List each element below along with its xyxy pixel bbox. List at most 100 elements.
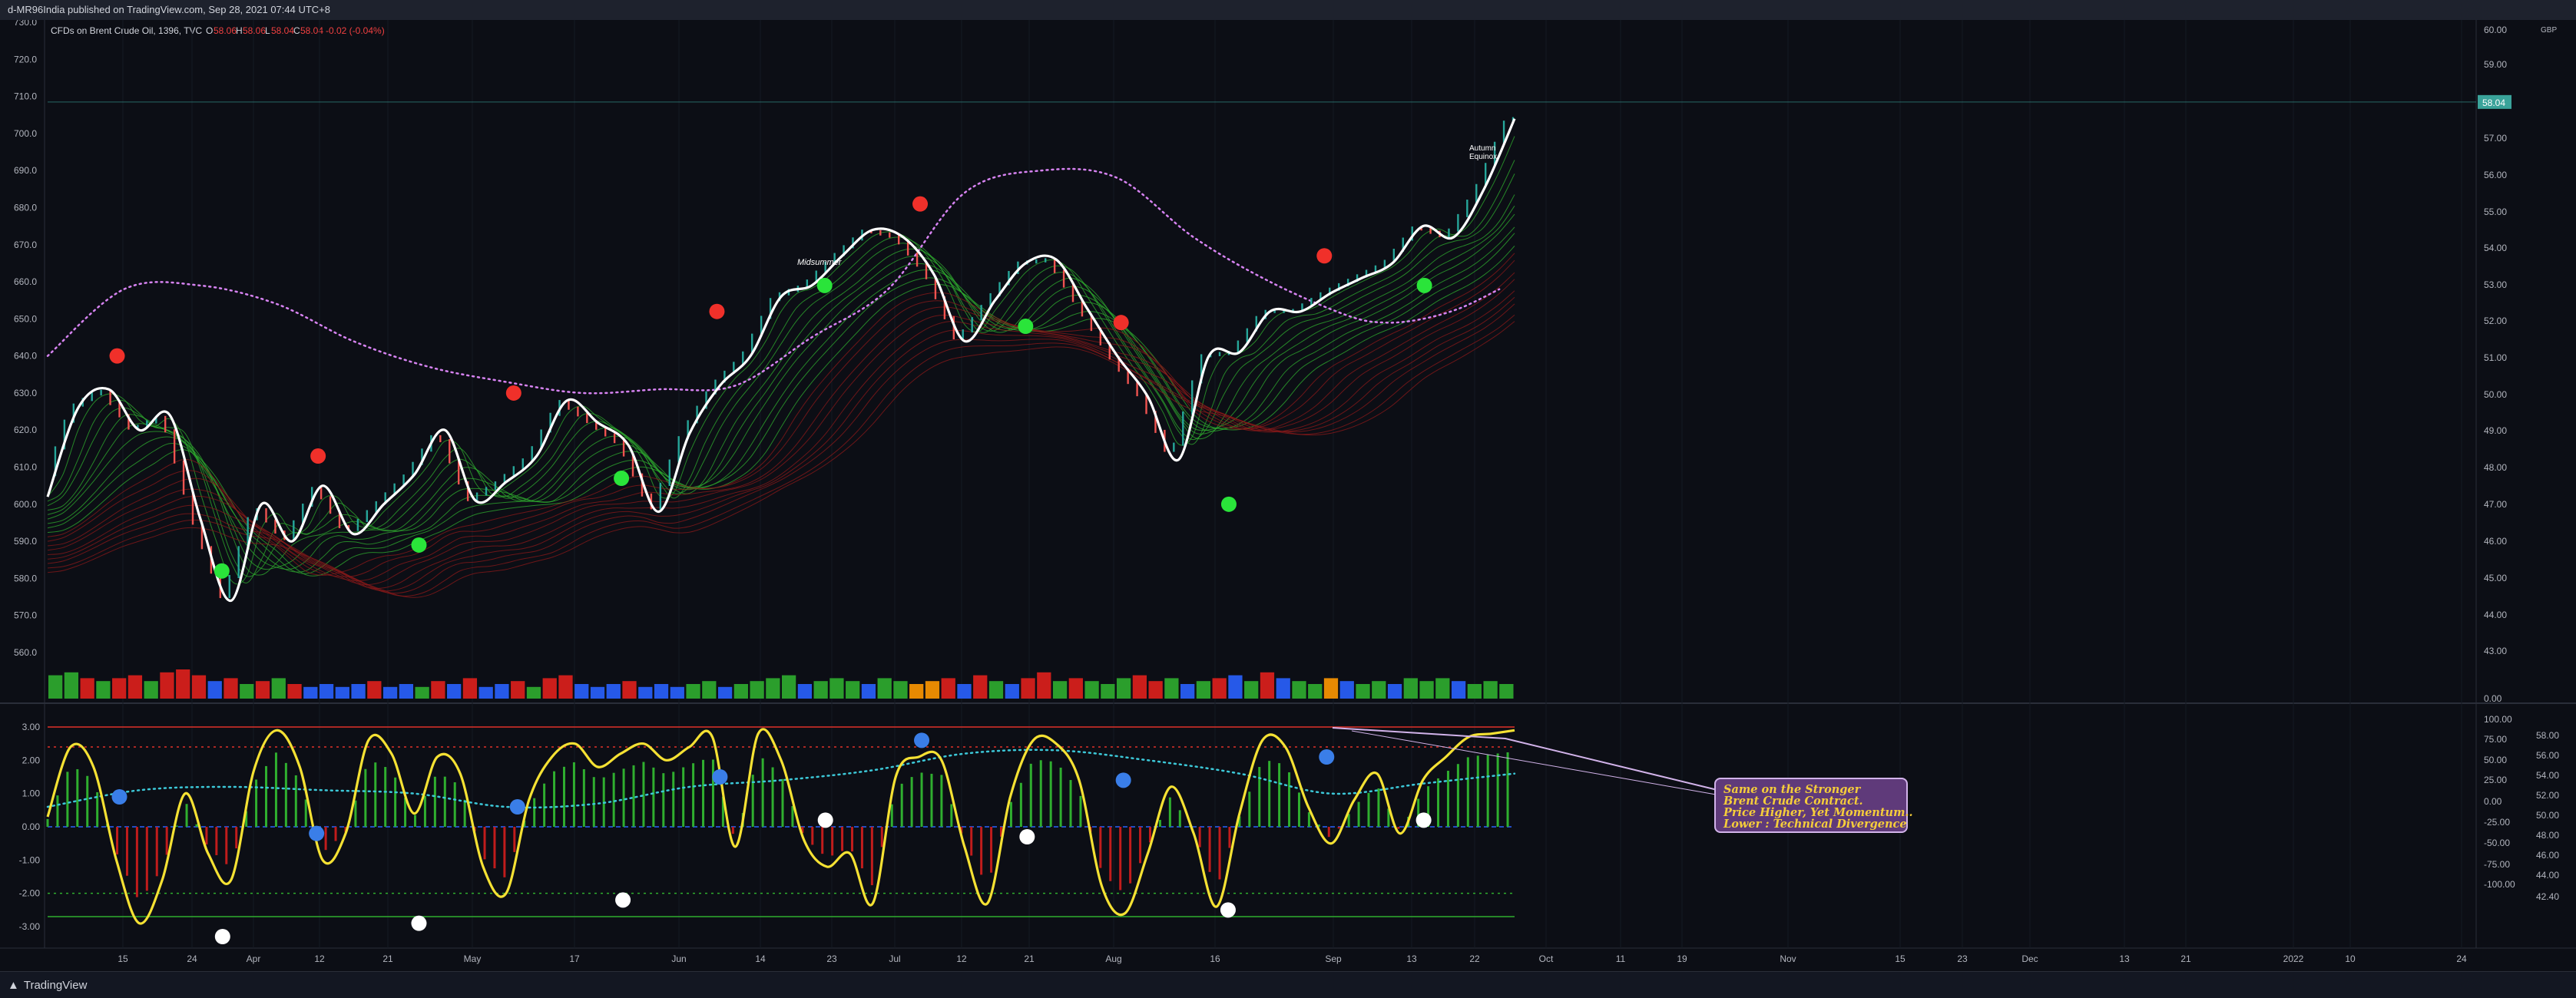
- volume-bar-34: [590, 686, 605, 699]
- candle: [439, 435, 442, 442]
- candle: [1062, 269, 1065, 288]
- tradingview-logo[interactable]: ▲ TradingView: [8, 979, 87, 992]
- volume-bar-24: [431, 681, 445, 699]
- candle: [622, 440, 625, 457]
- osc-hist-bar: [622, 768, 625, 827]
- green-signal-dot-5: [1220, 496, 1237, 512]
- candle: [1475, 183, 1478, 203]
- volume-bar-6: [144, 681, 158, 699]
- price-axis-tick-10: 630.0: [14, 388, 37, 398]
- volume-bar-75: [1244, 681, 1259, 699]
- volume-bar-62: [1037, 672, 1051, 699]
- osc-hist-bar: [294, 775, 297, 827]
- volume-bar-59: [988, 681, 1004, 699]
- price-axis-tick-14: 590.0: [14, 536, 37, 547]
- osc-hist-bar: [980, 827, 983, 875]
- volume-bar-11: [223, 678, 238, 699]
- osc-hist-bar: [572, 762, 575, 827]
- price-axis-tick-8: 650.0: [14, 313, 37, 324]
- volume-bar-8: [176, 669, 190, 699]
- volume-bar-49: [829, 678, 844, 699]
- ohlc-l-label: L: [265, 25, 270, 36]
- candle: [916, 252, 919, 267]
- candle: [182, 460, 185, 495]
- osc-hist-bar: [404, 798, 407, 827]
- candle: [586, 413, 588, 424]
- right-axis-tick-1: 59.00: [2484, 59, 2507, 70]
- right-axis-tick-12: 48.00: [2484, 462, 2507, 473]
- volume-bar-12: [240, 684, 254, 699]
- green-signal-dot-3: [816, 277, 833, 293]
- right-axis-tick-3: 57.00: [2484, 133, 2507, 144]
- osc-hist-bar: [1466, 757, 1469, 827]
- osc-hist-bar: [324, 827, 327, 851]
- osc-hist-bar: [920, 772, 923, 827]
- osc-hist-bar: [1397, 827, 1400, 829]
- candle: [889, 232, 891, 238]
- volume-bar-4: [112, 678, 127, 699]
- right-axis-unit: GBP: [2541, 26, 2557, 35]
- time-axis-label-28: 10: [2345, 953, 2356, 964]
- osc-axis-tick-6: -3.00: [19, 921, 41, 932]
- right-axis-tick-6: 54.00: [2484, 243, 2507, 253]
- right-axis-tick-9: 51.00: [2484, 352, 2507, 363]
- price-axis-tick-2: 710.0: [14, 91, 37, 102]
- osc-hist-bar: [930, 773, 933, 827]
- time-axis-label-1: 24: [187, 953, 197, 964]
- candle: [980, 305, 982, 321]
- osc-hist-bar: [950, 804, 953, 827]
- red-signal-dot-2: [505, 385, 521, 401]
- osc-hist-bar: [711, 759, 714, 827]
- volume-bar-45: [766, 678, 780, 699]
- blue-signal-dot-2: [509, 799, 525, 815]
- volume-bar-77: [1276, 678, 1290, 699]
- volume-bar-65: [1084, 681, 1099, 699]
- top-bar: d-MR96India published on TradingView.com…: [0, 0, 2576, 21]
- volume-bar-80: [1323, 678, 1339, 699]
- volume-bar-69: [1148, 681, 1163, 699]
- osc-hist-bar: [1049, 761, 1052, 827]
- time-axis-label-17: 22: [1469, 953, 1480, 964]
- volume-bar-28: [495, 684, 509, 699]
- candle: [1044, 258, 1047, 263]
- osc-hist-bar: [334, 827, 337, 841]
- osc-hist-bar: [1486, 754, 1489, 827]
- volume-bar-72: [1196, 681, 1211, 699]
- volume-bar-0: [48, 675, 63, 699]
- time-axis-label-9: 23: [826, 953, 837, 964]
- osc-hist-bar: [284, 762, 287, 827]
- candle: [1035, 259, 1038, 264]
- volume-bar-31: [542, 678, 557, 699]
- osc-hist-bar: [145, 827, 148, 891]
- candle: [1173, 442, 1175, 452]
- osc-hist-bar: [1069, 780, 1072, 827]
- red-signal-dot-6: [1316, 248, 1333, 264]
- osc-right2-tick-1: 56.00: [2536, 750, 2559, 761]
- chart-canvas[interactable]: CFDs on Brent Crude Oil, 1396, TVC O 58.…: [0, 20, 2576, 971]
- osc-right2-tick-3: 52.00: [2536, 790, 2559, 801]
- symbol-legend: CFDs on Brent Crude Oil, 1396, TVC O 58.…: [51, 25, 385, 36]
- autumn-annotation-line2: Equinox: [1469, 153, 1497, 161]
- volume-bar-66: [1101, 684, 1115, 699]
- osc-hist-bar: [781, 778, 784, 827]
- time-axis-label-25: 13: [2119, 953, 2130, 964]
- osc-right-tick-0: 100.00: [2484, 714, 2512, 725]
- green-signal-dot-0: [214, 563, 230, 579]
- osc-hist-bar: [265, 765, 268, 827]
- osc-right2-tick-7: 44.00: [2536, 870, 2559, 881]
- osc-hist-bar: [1208, 827, 1211, 872]
- volume-bar-86: [1419, 681, 1434, 699]
- right-axis-tick-18: 0.00: [2484, 693, 2502, 704]
- volume-bar-84: [1387, 684, 1402, 699]
- osc-hist-bar: [135, 827, 138, 897]
- publisher-line: d-MR96India published on TradingView.com…: [8, 4, 330, 15]
- osc-right-tick-6: -50.00: [2484, 838, 2510, 848]
- volume-bar-23: [415, 686, 429, 699]
- osc-hist-bar: [116, 827, 119, 854]
- osc-hist-bar: [384, 767, 387, 827]
- right-axis-tick-13: 47.00: [2484, 499, 2507, 510]
- osc-hist-bar: [433, 776, 436, 827]
- candle: [366, 510, 369, 523]
- volume-bar-47: [797, 684, 813, 699]
- volume-bar-13: [255, 681, 270, 699]
